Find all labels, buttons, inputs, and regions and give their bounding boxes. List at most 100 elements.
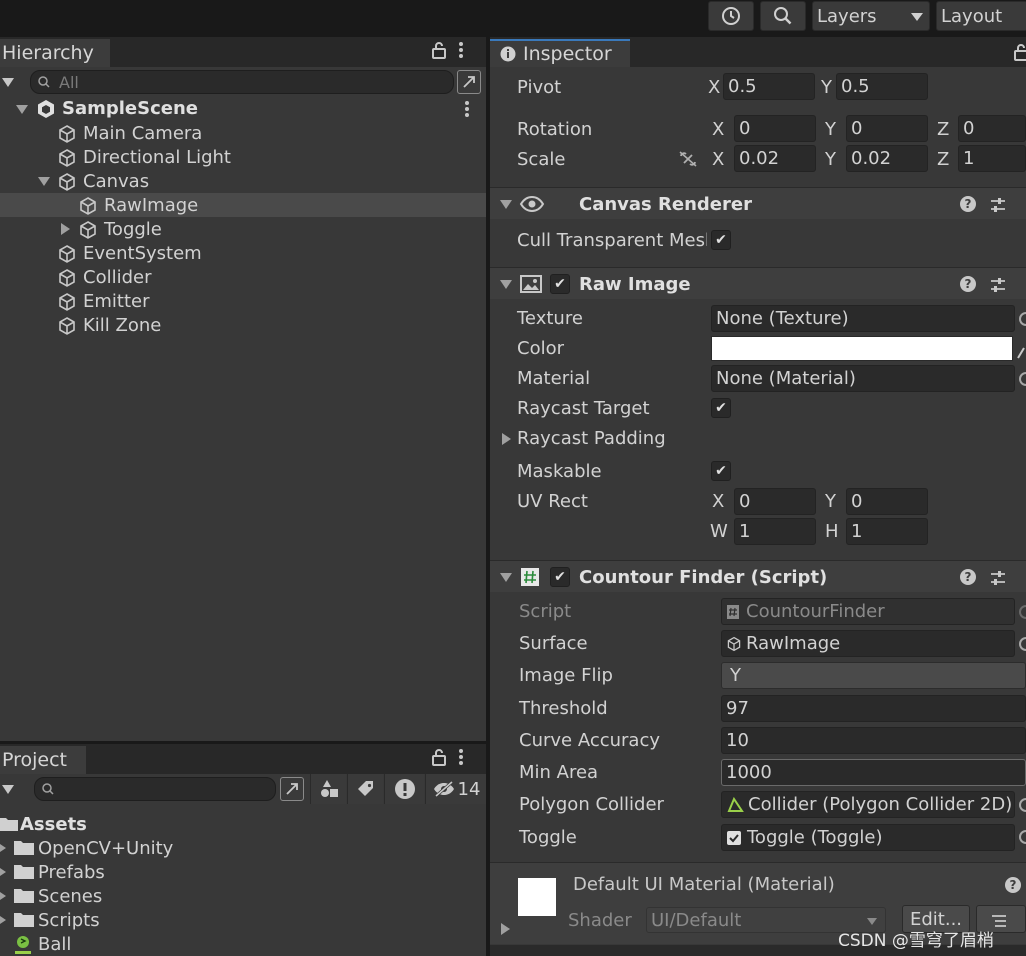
fold-arrow-icon[interactable] [61,223,70,235]
hierarchy-search-input[interactable]: All [30,70,454,94]
fold-arrow-icon[interactable] [0,892,6,900]
contour-finder-enabled-checkbox[interactable]: ✔ [550,567,570,587]
toggle-field[interactable]: Toggle (Toggle) [721,824,1015,851]
object-picker-icon[interactable] [1019,830,1026,844]
hierarchy-item[interactable]: Collider [0,265,486,289]
canvas-renderer-header[interactable]: Canvas Renderer ? [490,187,1026,219]
eyedropper-icon[interactable] [1016,340,1026,360]
polygon-collider-value: Collider (Polygon Collider 2D) [748,794,1013,815]
object-picker-icon[interactable] [1019,372,1026,386]
gameobject-cube-icon [59,268,75,287]
raycast-target-checkbox[interactable]: ✔ [711,398,731,418]
scale-z-field[interactable]: 1 [958,145,1026,172]
search-button[interactable] [760,1,806,31]
layout-dropdown[interactable]: Layout [936,1,1026,31]
hierarchy-item[interactable]: Main Camera [0,121,486,145]
kebab-menu-icon[interactable] [464,100,470,118]
history-button[interactable] [708,1,754,31]
fold-arrow-icon[interactable] [38,177,50,186]
scene-row[interactable]: SampleScene [0,97,486,121]
maskable-checkbox[interactable]: ✔ [711,461,731,481]
cull-transparent-mesh-checkbox[interactable]: ✔ [711,230,731,250]
raycast-padding-label[interactable]: Raycast Padding [517,428,666,449]
image-flip-dropdown[interactable]: Y [721,662,1026,689]
fold-arrow-icon[interactable] [0,916,6,924]
project-tabbar: Project [0,744,486,774]
scale-y-field[interactable]: 0.02 [846,145,928,172]
assets-root[interactable]: Assets [0,812,87,836]
object-picker-icon[interactable] [1019,312,1026,326]
help-icon[interactable]: ? [960,196,976,212]
lock-icon[interactable] [1014,43,1026,61]
preset-settings-icon[interactable] [989,196,1007,214]
rotation-y-field[interactable]: 0 [846,115,928,142]
surface-field[interactable]: RawImage [721,630,1015,657]
fold-arrow-icon[interactable] [0,844,6,852]
project-item[interactable]: Scenes [0,884,102,908]
help-icon[interactable]: ? [1005,877,1021,893]
project-item[interactable]: Scripts [0,908,100,932]
search-options-button[interactable] [457,70,481,94]
hierarchy-item[interactable]: Toggle [0,217,486,241]
contour-finder-header[interactable]: ✔ Countour Finder (Script) ? [490,560,1026,592]
search-options-button[interactable] [280,777,304,801]
project-item[interactable]: Prefabs [0,860,105,884]
object-picker-icon[interactable] [1019,637,1026,651]
filter-by-label-button[interactable] [347,774,383,804]
uv-x-field[interactable]: 0 [734,488,816,515]
hierarchy-item[interactable]: EventSystem [0,241,486,265]
raw-image-header[interactable]: ✔ Raw Image ? [490,267,1026,299]
uv-y-field[interactable]: 0 [846,488,928,515]
hierarchy-item[interactable]: Canvas [0,169,486,193]
console-log-button[interactable] [384,774,424,804]
rotation-z-field[interactable]: 0 [958,115,1026,142]
kebab-menu-icon[interactable] [458,748,464,766]
pivot-x-field[interactable]: 0.5 [723,73,815,100]
create-dropdown-icon[interactable] [2,785,14,794]
polygon-collider-field[interactable]: Collider (Polygon Collider 2D) [721,791,1015,818]
raw-image-enabled-checkbox[interactable]: ✔ [550,274,570,294]
layers-dropdown[interactable]: Layers [812,1,930,31]
hierarchy-item[interactable]: Kill Zone [0,313,486,337]
lock-icon[interactable] [432,41,446,59]
uv-h-field[interactable]: 1 [846,518,928,545]
hidden-packages-button[interactable]: 14 [425,774,486,804]
color-swatch[interactable] [711,336,1013,361]
image-flip-label: Image Flip [519,665,613,686]
material-field[interactable]: None (Material) [711,365,1015,392]
rotation-x-field[interactable]: 0 [734,115,816,142]
fold-arrow-icon[interactable] [500,200,512,209]
project-item[interactable]: Ball [0,932,71,956]
project-item[interactable]: OpenCV+Unity [0,836,173,860]
hierarchy-item[interactable]: Directional Light [0,145,486,169]
object-picker-icon[interactable] [1019,798,1026,812]
hierarchy-item[interactable]: Emitter [0,289,486,313]
fold-arrow-icon[interactable] [501,923,510,935]
filter-by-type-button[interactable] [310,774,346,804]
fold-arrow-icon[interactable] [0,868,6,876]
fold-arrow-icon[interactable] [16,105,28,114]
unlink-icon[interactable] [678,150,698,168]
help-icon[interactable]: ? [960,276,976,292]
help-icon[interactable]: ? [960,569,976,585]
create-dropdown-icon[interactable] [2,78,14,87]
texture-field[interactable]: None (Texture) [711,305,1015,332]
hierarchy-item[interactable]: RawImage [0,193,486,217]
tab-hierarchy[interactable]: Hierarchy [0,39,110,67]
threshold-field[interactable]: 97 [721,695,1026,722]
uv-w-field[interactable]: 1 [734,518,816,545]
fold-arrow-icon[interactable] [502,433,511,445]
tab-project[interactable]: Project [0,746,86,774]
lock-icon[interactable] [432,748,446,766]
curve-accuracy-field[interactable]: 10 [721,727,1026,754]
scale-x-field[interactable]: 0.02 [734,145,816,172]
tab-inspector[interactable]: Inspector [490,39,630,67]
min-area-field[interactable]: 1000 [721,759,1026,786]
pivot-y-field[interactable]: 0.5 [836,73,928,100]
preset-settings-icon[interactable] [989,276,1007,294]
fold-arrow-icon[interactable] [500,280,512,289]
fold-arrow-icon[interactable] [500,573,512,582]
project-search-input[interactable] [34,777,276,801]
preset-settings-icon[interactable] [989,569,1007,587]
kebab-menu-icon[interactable] [458,41,464,59]
